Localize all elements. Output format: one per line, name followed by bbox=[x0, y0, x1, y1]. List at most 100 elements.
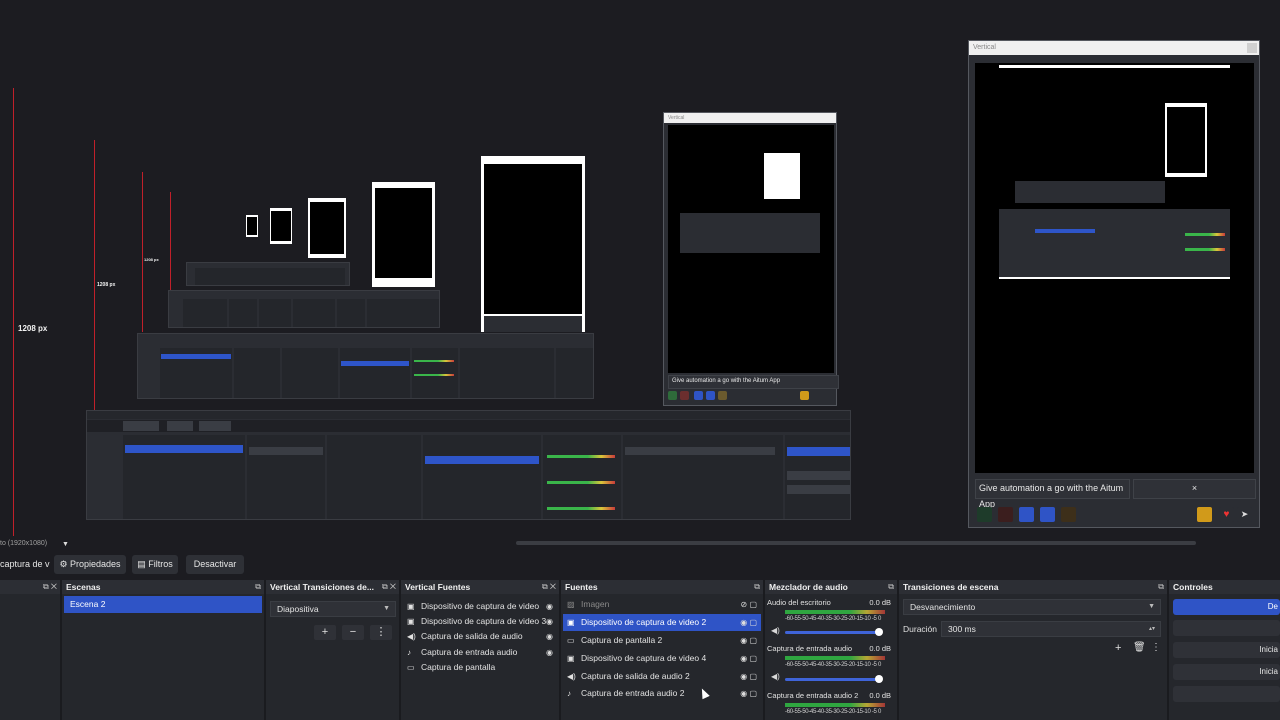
scene-transition-select[interactable]: Desvanecimiento ▼ bbox=[903, 599, 1161, 615]
eye-lock-icon[interactable]: ◉ ▢ bbox=[740, 632, 757, 649]
eye-lock-icon[interactable]: ◉ ▢ bbox=[740, 668, 757, 685]
controls-button[interactable] bbox=[1173, 686, 1280, 702]
mirror-level-2 bbox=[137, 333, 594, 399]
source-item[interactable]: ◀) Captura de salida de audio 2 ◉ ▢ bbox=[563, 668, 761, 685]
controls-button[interactable]: Inicia bbox=[1173, 642, 1280, 658]
source-item[interactable]: ▨ Imagen ⊘ ▢ bbox=[563, 596, 761, 613]
resolution-dropdown-icon[interactable]: ▼ bbox=[62, 541, 69, 548]
duration-input[interactable]: 300 ms ▴▾ bbox=[941, 621, 1161, 637]
eye-lock-icon[interactable]: ◉ ▢ bbox=[740, 685, 757, 702]
controls-button[interactable]: De bbox=[1173, 599, 1280, 615]
mirror-vertical-window-6 bbox=[270, 208, 292, 244]
scene-transition-value: Desvanecimiento bbox=[910, 602, 976, 612]
vertical-sources-controls[interactable]: ⧉ ✕ bbox=[542, 580, 556, 594]
audio-meter bbox=[785, 656, 885, 660]
vertical-window-close-icon[interactable] bbox=[1247, 43, 1257, 53]
height-label-small: 1208 px bbox=[144, 257, 159, 262]
audio-meter bbox=[785, 610, 885, 614]
share-icon[interactable]: ➤ bbox=[1237, 507, 1252, 522]
camera-icon: ▣ bbox=[567, 618, 575, 627]
trash-icon[interactable]: 🗑 bbox=[1133, 642, 1146, 653]
scene-transitions-controls[interactable]: ⧉ bbox=[1158, 580, 1164, 594]
height-label: 1208 px bbox=[18, 324, 48, 333]
speaker-icon[interactable]: ◀) bbox=[771, 626, 780, 635]
scene-transitions-title: Transiciones de escena bbox=[899, 580, 1167, 594]
scenes-dock-controls[interactable]: ⧉ bbox=[255, 580, 261, 594]
gear-icon: ⚙ bbox=[59, 559, 71, 569]
refresh-icon[interactable] bbox=[1040, 507, 1055, 522]
controls-button[interactable]: Inicia bbox=[1173, 664, 1280, 680]
controls-button[interactable] bbox=[1173, 620, 1280, 636]
camera-icon: ▣ bbox=[567, 654, 575, 663]
source-item[interactable]: ♪ Captura de entrada audio 2 ◉ ▢ bbox=[563, 685, 761, 702]
transition-more-button[interactable]: ⋮ bbox=[370, 625, 392, 640]
meter-scale: -60-55-50-45-40-35-30-25-20-15-10 -5 0 bbox=[785, 662, 881, 668]
source-item[interactable]: ▣ Dispositivo de captura de video 4 ◉ ▢ bbox=[563, 650, 761, 667]
vertical-window-title: Vertical bbox=[969, 41, 1259, 55]
eye-lock-icon[interactable]: ◉ ▢ bbox=[740, 650, 757, 667]
vertical-transitions-controls[interactable]: ⧉ ✕ bbox=[382, 580, 396, 594]
vertical-source-item[interactable]: ▭ Captura de pantalla bbox=[403, 659, 557, 676]
vertical-transitions-dock: Vertical Transiciones de... ⧉ ✕ Diaposit… bbox=[266, 580, 401, 720]
spinner-icon[interactable]: ▴▾ bbox=[1149, 622, 1155, 636]
deactivate-button[interactable]: Desactivar bbox=[186, 555, 244, 574]
remove-transition-button[interactable]: − bbox=[342, 625, 364, 640]
volume-slider[interactable] bbox=[785, 631, 877, 634]
volume-slider[interactable] bbox=[785, 678, 877, 681]
mirror-vertical-window-4 bbox=[372, 182, 435, 287]
source-item-selected[interactable]: ▣ Dispositivo de captura de video 2 ◉ ▢ bbox=[563, 614, 761, 631]
volume-slider-knob[interactable] bbox=[875, 675, 883, 683]
preview-canvas[interactable]: 1208 px 1208 px 1208 px Vertical Give au… bbox=[0, 0, 1280, 536]
filters-button[interactable]: ▤ Filtros bbox=[132, 555, 178, 574]
mirror-level-4 bbox=[186, 262, 350, 286]
vertical-preview bbox=[975, 63, 1254, 473]
vertical-transition-select[interactable]: Diapositiva ▼ bbox=[270, 601, 396, 617]
mixer-channel-db: 0.0 dB bbox=[869, 598, 891, 607]
mixer-channel-name: Captura de entrada audio bbox=[767, 644, 853, 653]
sources-dock: Fuentes ⧉ ▨ Imagen ⊘ ▢ ▣ Dispositivo de cap… bbox=[561, 580, 765, 720]
vertical-automation-input[interactable]: Give automation a go with the Aitum App bbox=[975, 479, 1130, 509]
add-transition-button[interactable]: + bbox=[314, 625, 336, 640]
mixer-channel: Audio del escritorio 0.0 dB bbox=[767, 598, 891, 607]
vertical-input-close-icon[interactable]: × bbox=[1133, 479, 1256, 499]
selected-source-label: captura de v bbox=[0, 559, 50, 569]
mirror-vertical-window-7 bbox=[246, 215, 258, 237]
properties-label: Propiedades bbox=[70, 559, 121, 569]
scrollbar-thumb[interactable] bbox=[516, 541, 1196, 545]
eye-lock-icon[interactable]: ◉ ▢ bbox=[740, 614, 757, 631]
scene-item[interactable]: Escena 2 bbox=[64, 596, 262, 613]
folder-icon[interactable] bbox=[1061, 507, 1076, 522]
audio-mixer-controls[interactable]: ⧉ bbox=[888, 580, 894, 594]
check-icon[interactable] bbox=[1019, 507, 1034, 522]
resolution-label: to (1920x1080) bbox=[0, 540, 48, 547]
sources-dock-controls[interactable]: ⧉ bbox=[754, 580, 760, 594]
speaker-icon[interactable]: ◀) bbox=[771, 672, 780, 681]
vertical-sources-title: Vertical Fuentes bbox=[401, 580, 559, 594]
vertical-transition-value: Diapositiva bbox=[277, 604, 319, 614]
scenes-title: Escenas bbox=[62, 580, 264, 594]
vertical-source-item[interactable]: ◀) Captura de salida de audio ◉ bbox=[403, 628, 557, 645]
more-icon[interactable]: ⋮ bbox=[1151, 642, 1161, 653]
preview-scrollbar[interactable] bbox=[0, 536, 1280, 550]
volume-slider-knob[interactable] bbox=[875, 628, 883, 636]
mirror-vertical-window-5 bbox=[308, 198, 346, 258]
monitor-icon: ▭ bbox=[407, 663, 415, 672]
audio-mixer-title: Mezclador de audio bbox=[765, 580, 897, 594]
duration-value: 300 ms bbox=[948, 624, 976, 634]
gear-icon[interactable] bbox=[1197, 507, 1212, 522]
plus-icon[interactable]: + bbox=[1115, 642, 1121, 654]
source-item[interactable]: ▭ Captura de pantalla 2 ◉ ▢ bbox=[563, 632, 761, 649]
source-toolbar: captura de v ⚙ Propiedades ▤ Filtros Des… bbox=[0, 552, 1280, 578]
eye-icon[interactable]: ◉ bbox=[546, 628, 553, 645]
record-green-icon[interactable] bbox=[977, 507, 992, 522]
heart-icon[interactable]: ♥ bbox=[1219, 507, 1234, 522]
stop-red-icon[interactable] bbox=[998, 507, 1013, 522]
height-label-mid: 1208 px bbox=[97, 282, 116, 288]
properties-button[interactable]: ⚙ Propiedades bbox=[54, 555, 126, 574]
audio-meter bbox=[785, 703, 885, 707]
vertical-window[interactable]: Vertical Give automation a go with the A… bbox=[968, 40, 1260, 528]
meter-scale: -60-55-50-45-40-35-30-25-20-15-10 -5 0 bbox=[785, 616, 881, 622]
speaker-icon: ◀) bbox=[567, 672, 576, 681]
dock-left-controls[interactable]: ⧉ ✕ bbox=[43, 580, 57, 594]
eye-hidden-lock-icon[interactable]: ⊘ ▢ bbox=[741, 596, 757, 613]
